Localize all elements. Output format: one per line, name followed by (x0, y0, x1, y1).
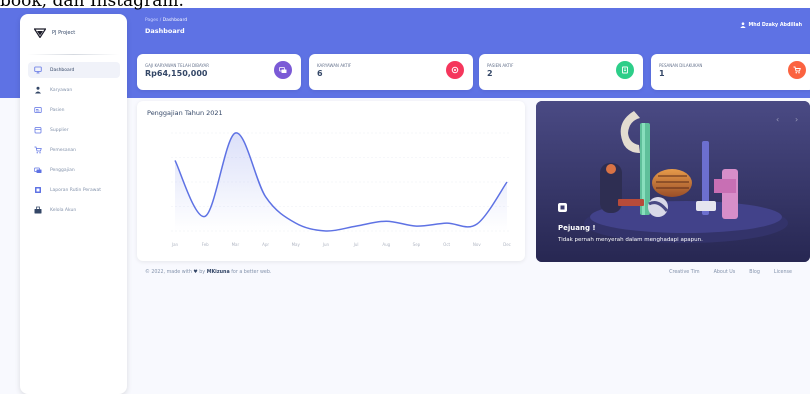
carousel-prev-button[interactable]: ‹ (776, 115, 779, 124)
x-tick-label: May (292, 242, 301, 247)
user-tie-icon (33, 86, 42, 95)
sidebar-item-label: Kelola Akun (50, 207, 77, 213)
breadcrumb: Pages / Dashboard (145, 18, 187, 23)
stat-value: Rp64,150,000 (145, 69, 208, 78)
author-link[interactable]: MKizuna (207, 270, 230, 275)
x-tick-label: Apr (262, 242, 269, 247)
breadcrumb-root[interactable]: Pages (145, 18, 158, 23)
stat-card-pasien: PASIEN AKTIF 2 (479, 54, 643, 90)
copyright-suffix: for a better web. (231, 270, 272, 275)
x-tick-label: Jul (353, 242, 359, 247)
stat-label: PESANAN DILAKUKAN (659, 63, 703, 68)
sidebar-item-label: Pemesanan (50, 147, 77, 153)
chart-card: Penggajian Tahun 2021 Jan Feb Mar Apr May Jun… (137, 101, 525, 261)
clipboard-icon (616, 61, 634, 79)
sidebar-item-label: Laporan Rutin Perawat (50, 187, 101, 193)
carousel-next-button[interactable]: › (795, 115, 798, 124)
monitor-icon (33, 66, 42, 75)
report-icon (33, 186, 42, 195)
promo-subtitle: Tidak pernah menyerah dalam menghadapi a… (558, 237, 703, 243)
sidebar-item-label: Karyawan (50, 87, 73, 93)
breadcrumb-current: Dashboard (162, 18, 188, 23)
footer-copyright: © 2022, made with ♥ by MKizuna for a bet… (145, 270, 271, 275)
id-card-icon (33, 106, 42, 115)
cart-icon (33, 146, 42, 155)
sidebar-item-dashboard[interactable]: Dashboard (28, 62, 120, 78)
copyright-text: © 2022, made with (145, 270, 192, 275)
cart-icon (788, 61, 806, 79)
breadcrumb-separator: / (159, 18, 162, 23)
promo-card: ‹ › Pejuang ! Tidak pernah menyerah dala… (536, 101, 810, 262)
x-tick-label: Dec (503, 242, 511, 247)
copyright-by: by (199, 270, 206, 275)
stat-value: 1 (659, 69, 665, 78)
sidebar-item-pemesanan[interactable]: Pemesanan (28, 142, 120, 158)
sidebar-item-pasien[interactable]: Pasien (28, 102, 120, 118)
stat-label: PASIEN AKTIF (487, 63, 514, 68)
heart-icon: ♥ (193, 270, 198, 275)
user-name: Mhd Dzaky Abdillah (748, 22, 802, 28)
stat-value: 2 (487, 69, 493, 78)
x-tick-label: Jun (322, 242, 330, 247)
caption-text: book, dan Instagram. (0, 0, 184, 11)
circle-icon (446, 61, 464, 79)
sidebar-item-penggajian[interactable]: Penggajian (28, 162, 120, 178)
user-menu[interactable]: Mhd Dzaky Abdillah (739, 22, 802, 28)
sidebar-item-supplier[interactable]: Supplier (28, 122, 120, 138)
page: book, dan Instagram. PJ Project Dashboar… (0, 0, 810, 394)
users-icon (33, 206, 42, 215)
logo-icon (34, 28, 46, 38)
brand[interactable]: PJ Project (34, 28, 75, 38)
footer-links: Creative Tim About Us Blog License (669, 270, 792, 275)
sidebar-item-label: Supplier (50, 127, 69, 133)
line-chart: Jan Feb Mar Apr May Jun Jul Aug Sep Oct Nov Dec (171, 132, 511, 247)
sidebar-item-karyawan[interactable]: Karyawan (28, 82, 120, 98)
box-icon (33, 126, 42, 135)
sidebar-item-label: Penggajian (50, 167, 75, 173)
stat-card-gaji: GAJI KARYAWAN TELAH DIBAYAR Rp64,150,000 (137, 54, 301, 90)
x-tick-label: Sep (413, 242, 421, 247)
footer-link-about-us[interactable]: About Us (714, 270, 736, 275)
x-tick-label: Oct (443, 242, 450, 247)
stat-card-karyawan: KARYAWAN AKTIF 6 (309, 54, 473, 90)
x-tick-label: Nov (473, 242, 481, 247)
money-icon (274, 61, 292, 79)
user-icon (739, 22, 746, 28)
brand-name: PJ Project (52, 30, 76, 36)
footer-link-creative-tim[interactable]: Creative Tim (669, 270, 699, 275)
sidebar-item-label: Pasien (50, 107, 65, 113)
stat-label: GAJI KARYAWAN TELAH DIBAYAR (145, 63, 210, 68)
x-tick-label: Mar (232, 242, 240, 247)
divider (28, 54, 119, 55)
x-tick-label: Feb (202, 242, 210, 247)
money-icon (33, 166, 42, 175)
sidebar-item-laporan[interactable]: Laporan Rutin Perawat (28, 182, 120, 198)
stat-card-pesanan: PESANAN DILAKUKAN 1 (651, 54, 810, 90)
stat-value: 6 (317, 69, 323, 78)
sidebar-item-label: Dashboard (50, 67, 75, 73)
page-title: Dashboard (145, 27, 185, 35)
footer-link-blog[interactable]: Blog (749, 270, 760, 275)
promo-title: Pejuang ! (558, 224, 596, 232)
sidebar: PJ Project Dashboard Karyawan Pasien Sup… (20, 14, 127, 394)
sidebar-item-kelola-akun[interactable]: Kelola Akun (28, 202, 120, 218)
x-tick-label: Jan (171, 242, 179, 247)
x-tick-label: Aug (382, 242, 390, 247)
stat-label: KARYAWAN AKTIF (317, 63, 352, 68)
footer-link-license[interactable]: License (774, 270, 792, 275)
